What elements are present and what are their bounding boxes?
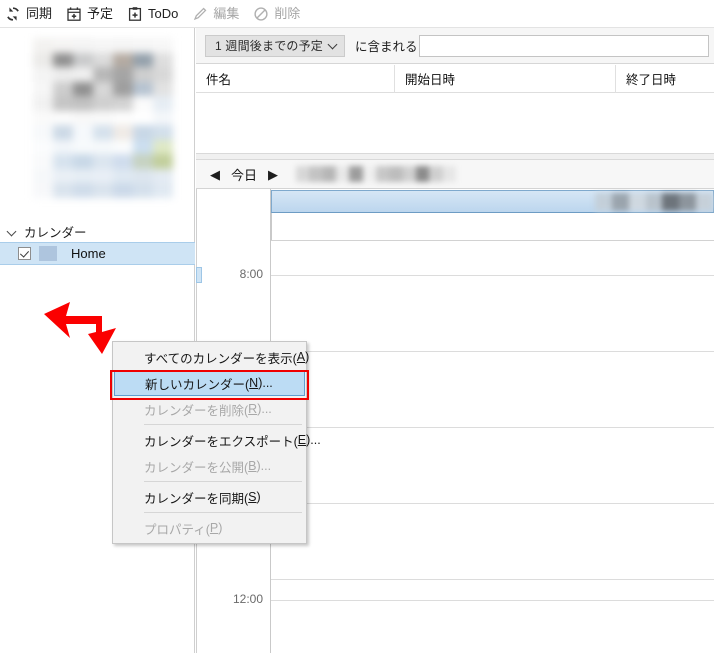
sync-button[interactable]: 同期 — [0, 1, 61, 27]
pane-splitter[interactable] — [196, 153, 714, 160]
menu-item-accelerator: R — [248, 402, 258, 416]
column-header-end[interactable]: 終了日時 — [616, 65, 714, 93]
menu-item-delete-calendar[interactable]: カレンダーを削除(R)... — [113, 396, 306, 422]
column-header-subject[interactable]: 件名 — [196, 64, 395, 93]
calendar-add-icon — [66, 6, 82, 22]
range-filter-dropdown[interactable]: 1 週間後までの予定 — [205, 34, 345, 57]
sync-button-label: 同期 — [26, 5, 53, 21]
menu-item-tail: ) — [218, 521, 223, 535]
menu-item-accelerator: E — [297, 433, 307, 447]
new-event-button[interactable]: 予定 — [61, 1, 122, 27]
mini-calendar[interactable] — [33, 38, 173, 198]
time-label: 8:00 — [239, 267, 263, 281]
menu-item-tail: )... — [257, 402, 272, 416]
chevron-down-icon — [8, 226, 18, 236]
menu-item-accelerator: A — [296, 350, 306, 364]
filter-bar: 1 週間後までの予定 に含まれる — [196, 28, 714, 64]
menu-item-accelerator: B — [248, 459, 257, 473]
menu-item-label: すべてのカレンダーを表示( — [144, 351, 297, 366]
day-column-header[interactable] — [271, 190, 714, 213]
current-time-marker — [196, 267, 202, 283]
delete-button[interactable]: 削除 — [248, 1, 309, 27]
menu-item-tail: )... — [256, 459, 272, 473]
menu-separator — [144, 481, 302, 482]
sync-icon — [5, 6, 21, 22]
menu-item-sync-calendar[interactable]: カレンダーを同期(S) — [113, 484, 306, 510]
edit-button[interactable]: 編集 — [187, 1, 248, 27]
menu-item-show-all-calendars[interactable]: すべてのカレンダーを表示(A) — [113, 344, 310, 370]
current-date-label — [296, 166, 456, 182]
menu-item-label: カレンダーを公開( — [144, 460, 249, 475]
menu-separator — [144, 424, 302, 425]
date-nav-bar: ◀ 今日 ▶ — [196, 160, 714, 189]
calendar-application: 同期 予定 ToDo 編集 削除 カレンダー Home 1 週間後までの予定 に… — [0, 0, 714, 653]
new-todo-button-label: ToDo — [148, 5, 179, 21]
edit-button-label: 編集 — [213, 5, 240, 21]
menu-item-accelerator: S — [248, 490, 257, 504]
calendar-group-header[interactable]: カレンダー — [0, 220, 195, 242]
filter-condition-label: に含まれる — [355, 40, 418, 54]
pencil-icon — [192, 6, 208, 22]
menu-item-new-calendar[interactable]: 新しいカレンダー(N)... — [114, 370, 305, 396]
chevron-down-icon — [329, 41, 338, 50]
calendar-context-menu[interactable]: すべてのカレンダーを表示(A) 新しいカレンダー(N)... カレンダーを削除(… — [112, 341, 321, 544]
menu-item-export-calendar[interactable]: カレンダーをエクスポート(E)... — [113, 427, 321, 453]
menu-item-label: カレンダーを削除( — [144, 403, 249, 418]
calendar-color-swatch — [39, 246, 57, 261]
column-header-start[interactable]: 開始日時 — [395, 64, 616, 93]
sidebar-item-home[interactable]: Home — [0, 242, 195, 265]
range-filter-value: 1 週間後までの予定 — [215, 39, 324, 53]
search-input[interactable] — [419, 35, 709, 57]
prev-day-button[interactable]: ◀ — [210, 168, 220, 181]
menu-separator — [144, 512, 302, 513]
arrow-annotation — [40, 298, 132, 356]
time-label: 12:00 — [232, 592, 263, 606]
todo-add-icon — [127, 6, 143, 22]
calendar-group-label: カレンダー — [24, 225, 87, 240]
menu-item-tail: ) — [256, 490, 261, 504]
event-list-body[interactable] — [196, 93, 714, 153]
new-event-button-label: 予定 — [87, 5, 114, 21]
calendar-visibility-checkbox[interactable] — [18, 247, 31, 260]
menu-item-label: プロパティ( — [144, 522, 210, 537]
menu-item-publish-calendar[interactable]: カレンダーを公開(B)... — [113, 453, 306, 479]
all-day-row[interactable] — [271, 213, 714, 240]
menu-item-label: カレンダーをエクスポート( — [144, 434, 298, 449]
main-toolbar: 同期 予定 ToDo 編集 削除 — [0, 0, 714, 28]
delete-button-label: 削除 — [274, 5, 301, 21]
new-todo-button[interactable]: ToDo — [122, 1, 187, 27]
today-button[interactable]: 今日 — [231, 165, 257, 184]
menu-item-properties[interactable]: プロパティ(P) — [113, 515, 306, 541]
event-list-header: 件名 開始日時 終了日時 — [196, 64, 714, 93]
day-header-date-label — [595, 193, 713, 211]
menu-item-accelerator: N — [249, 376, 259, 390]
menu-item-label: カレンダーを同期( — [144, 491, 249, 506]
menu-item-tail: )... — [258, 376, 273, 390]
next-day-button[interactable]: ▶ — [268, 168, 278, 181]
sidebar-item-label: Home — [71, 246, 106, 261]
menu-item-label: 新しいカレンダー( — [145, 377, 250, 392]
menu-item-tail: ) — [305, 350, 310, 364]
menu-item-tail: )... — [306, 433, 321, 447]
no-entry-icon — [253, 6, 269, 22]
menu-item-accelerator: P — [209, 521, 219, 535]
